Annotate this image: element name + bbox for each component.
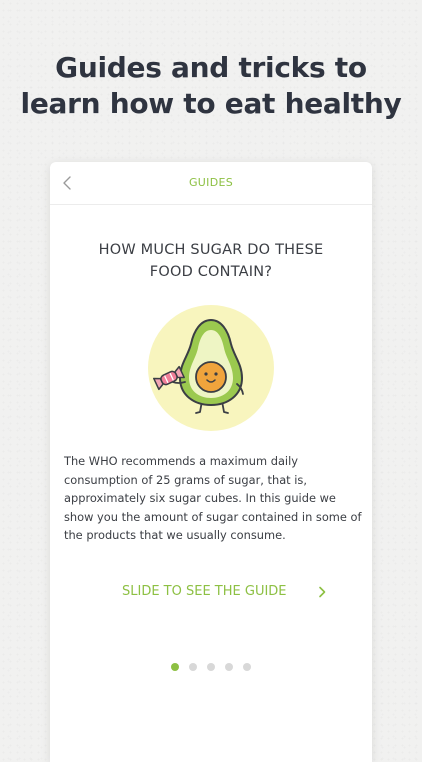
avocado-candy-illustration xyxy=(147,304,275,432)
slide-to-guide-label: SLIDE TO SEE THE GUIDE xyxy=(122,584,287,599)
back-button[interactable] xyxy=(56,171,80,195)
page-dot-1[interactable] xyxy=(171,663,179,671)
guide-description-line-1: The WHO recommends a maximum daily xyxy=(64,454,298,468)
nav-bar: GUIDES xyxy=(50,162,372,205)
guide-title-line-1: HOW MUCH SUGAR DO THESE xyxy=(98,242,324,258)
guide-title-line-2: FOOD CONTAIN? xyxy=(149,264,273,280)
guide-description-line-2: consumption of 25 grams of sugar, that i… xyxy=(64,472,307,487)
nav-title: GUIDES xyxy=(188,176,234,189)
guide-description-line-3: approximately six sugar cubes. In this g… xyxy=(64,491,336,505)
guide-description-line-4: show you the amount of sugar contained i… xyxy=(64,509,362,524)
guide-card: GUIDES HOW MUCH SUGAR DO THESE FOOD CONT… xyxy=(50,162,372,762)
page-dot-2[interactable] xyxy=(189,663,197,671)
page-dot-3[interactable] xyxy=(207,663,215,671)
promo-headline-line-2: learn how to eat healthy xyxy=(20,87,402,120)
promo-headline-line-1: Guides and tricks to xyxy=(55,51,367,84)
page-dot-4[interactable] xyxy=(225,663,233,671)
chevron-left-icon xyxy=(63,176,71,190)
avocado-icon xyxy=(148,305,274,431)
guide-description: The WHO recommends a maximum daily consu… xyxy=(64,452,362,545)
slide-to-guide-button[interactable]: SLIDE TO SEE THE GUIDE xyxy=(120,580,330,604)
promo-headline: Guides and tricks to learn how to eat he… xyxy=(0,50,422,122)
guide-description-line-5: the products that we usually consume. xyxy=(64,528,286,542)
chevron-right-icon xyxy=(319,586,326,598)
guide-title: HOW MUCH SUGAR DO THESE FOOD CONTAIN? xyxy=(66,239,356,283)
page-dot-5[interactable] xyxy=(243,663,251,671)
